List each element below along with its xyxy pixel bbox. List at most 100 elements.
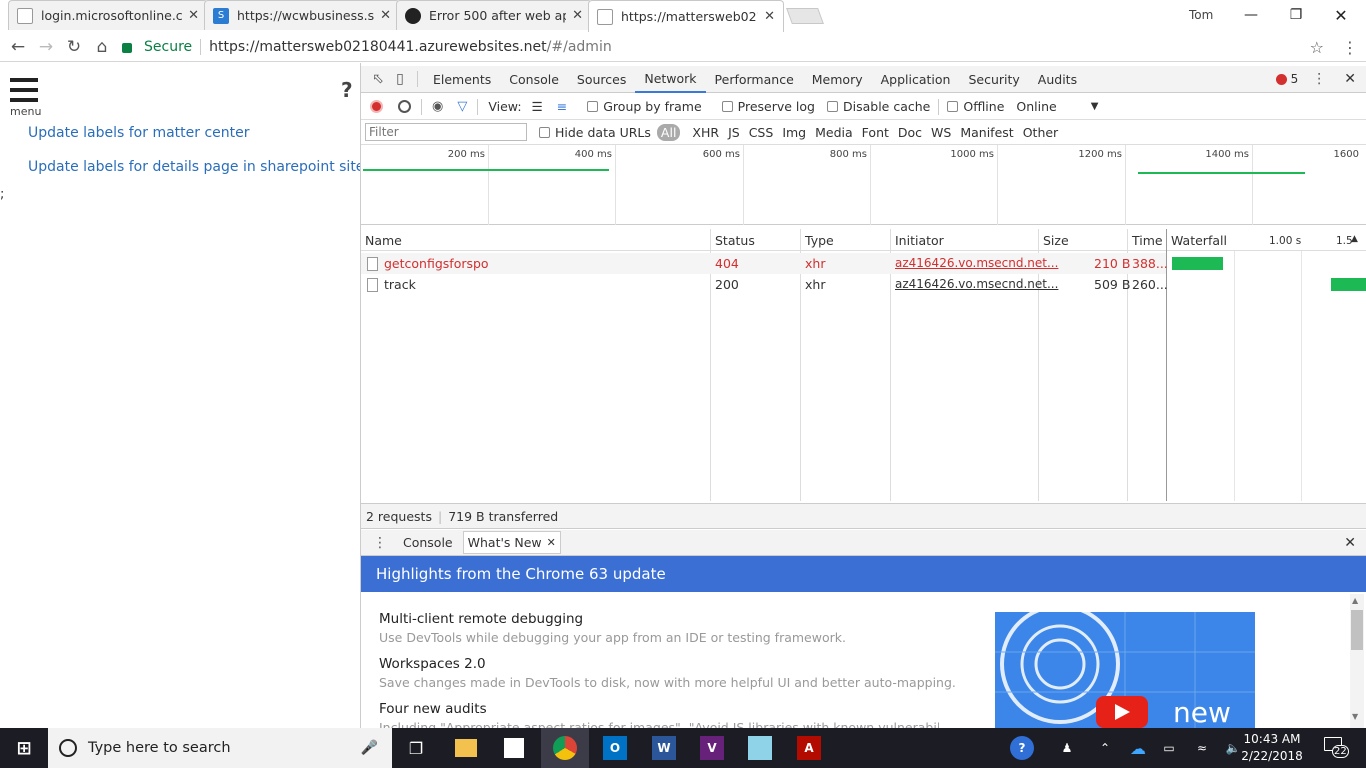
link-update-details-labels[interactable]: Update labels for details page in sharep… (28, 159, 364, 175)
col-name[interactable]: Name (365, 233, 402, 248)
task-view-icon[interactable]: ❐ (404, 736, 428, 760)
filter-all[interactable]: All (656, 123, 681, 141)
new-tab-button[interactable] (786, 8, 824, 24)
request-initiator[interactable]: az416426.vo.msecnd.net... (895, 256, 1058, 270)
home-icon[interactable]: ⌂ (91, 36, 113, 58)
filter-manifest[interactable]: Manifest (960, 125, 1013, 140)
disable-cache-checkbox[interactable]: Disable cache (827, 99, 930, 114)
large-rows-icon[interactable]: ☰ (532, 99, 543, 114)
whats-new-item[interactable]: Multi-client remote debugging Use DevToo… (379, 611, 846, 645)
minimize-icon[interactable]: — (1228, 0, 1274, 30)
close-tab-icon[interactable]: ✕ (572, 8, 583, 23)
tab-application[interactable]: Application (872, 66, 960, 93)
outlook-icon[interactable]: O (603, 736, 627, 760)
close-tab-icon[interactable]: ✕ (188, 8, 199, 23)
app-icon[interactable] (748, 736, 772, 760)
scrollbar-thumb[interactable] (1351, 610, 1363, 650)
filter-media[interactable]: Media (815, 125, 853, 140)
link-update-matter-labels[interactable]: Update labels for matter center (28, 125, 250, 141)
throttling-select[interactable]: Online (1016, 99, 1056, 114)
filter-icon[interactable]: ▽ (457, 99, 467, 114)
table-row[interactable]: track 200 xhr az416426.vo.msecnd.net... … (361, 274, 1168, 295)
offline-checkbox[interactable]: Offline (947, 99, 1004, 114)
devtools-menu-icon[interactable]: ⋮ (1312, 71, 1326, 87)
forward-icon[interactable]: → (35, 36, 57, 58)
word-icon[interactable]: W (652, 736, 676, 760)
taskbar-search[interactable]: Type here to search 🎤 (48, 728, 392, 768)
chevron-up-icon[interactable]: ⌃ (1093, 736, 1117, 760)
help-icon[interactable]: ? (341, 78, 353, 102)
close-drawer-icon[interactable]: ✕ (1344, 535, 1356, 551)
acrobat-icon[interactable]: A (797, 736, 821, 760)
inspect-element-icon[interactable]: ⬁ (367, 71, 389, 87)
drawer-menu-icon[interactable]: ⋮ (373, 535, 387, 551)
col-waterfall[interactable]: Waterfall (1171, 233, 1227, 248)
scrollbar[interactable]: ▲ ▼ (1350, 594, 1364, 728)
bookmark-star-icon[interactable]: ☆ (1310, 38, 1324, 57)
col-status[interactable]: Status (715, 233, 755, 248)
request-initiator[interactable]: az416426.vo.msecnd.net... (895, 277, 1058, 291)
clear-icon[interactable] (398, 100, 411, 113)
device-toolbar-icon[interactable]: ▯ (389, 71, 411, 87)
tab-network[interactable]: Network (635, 66, 706, 93)
request-name[interactable]: getconfigsforspo (384, 256, 489, 271)
scroll-down-icon[interactable]: ▼ (1352, 712, 1358, 721)
visual-studio-icon[interactable]: V (700, 736, 724, 760)
overview-icon[interactable]: ≡ (557, 99, 567, 114)
filter-other[interactable]: Other (1023, 125, 1059, 140)
profile-name[interactable]: Tom (1189, 8, 1213, 22)
chevron-down-icon[interactable]: ▼ (1091, 101, 1099, 112)
col-size[interactable]: Size (1043, 233, 1069, 248)
chrome-icon[interactable] (553, 736, 577, 760)
close-tab-icon[interactable]: ✕ (380, 8, 391, 23)
chrome-menu-icon[interactable]: ⋮ (1342, 38, 1358, 57)
filter-xhr[interactable]: XHR (692, 125, 719, 140)
browser-tab-1[interactable]: login.microsoftonline.cor ✕ (8, 0, 208, 30)
preserve-log-checkbox[interactable]: Preserve log (721, 99, 815, 114)
checkbox[interactable] (587, 101, 599, 112)
onedrive-icon[interactable]: ☁ (1126, 736, 1150, 760)
filter-js[interactable]: JS (728, 125, 740, 140)
filter-ws[interactable]: WS (931, 125, 951, 140)
drawer-tab-console[interactable]: Console (403, 535, 453, 550)
checkbox[interactable] (539, 126, 550, 138)
windows-start-icon[interactable]: ⊞ (12, 736, 36, 760)
filter-css[interactable]: CSS (749, 125, 774, 140)
browser-tab-2[interactable]: S https://wcwbusiness.shar ✕ (204, 0, 400, 30)
video-thumbnail[interactable]: new (995, 612, 1255, 728)
store-icon[interactable] (504, 738, 524, 758)
browser-tab-4[interactable]: https://mattersweb02180 ✕ (588, 0, 784, 32)
back-icon[interactable]: ← (7, 36, 29, 58)
sort-asc-icon[interactable]: ▲ (1351, 234, 1358, 244)
browser-tab-3[interactable]: Error 500 after web appli ✕ (396, 0, 592, 30)
filter-input[interactable] (365, 123, 527, 141)
checkbox[interactable] (827, 101, 838, 112)
capture-screenshots-icon[interactable]: ◉ (432, 99, 443, 114)
close-window-icon[interactable]: ✕ (1318, 0, 1364, 30)
scroll-up-icon[interactable]: ▲ (1352, 596, 1358, 605)
close-devtools-icon[interactable]: ✕ (1344, 71, 1356, 87)
help-tray-icon[interactable]: ? (1010, 736, 1034, 760)
close-icon[interactable]: ✕ (547, 536, 556, 549)
col-initiator[interactable]: Initiator (895, 233, 944, 248)
col-type[interactable]: Type (805, 233, 834, 248)
battery-icon[interactable]: ▭ (1157, 736, 1181, 760)
restore-icon[interactable]: ❐ (1273, 0, 1319, 30)
tab-sources[interactable]: Sources (568, 66, 635, 93)
tab-performance[interactable]: Performance (706, 66, 803, 93)
address-bar[interactable]: Secure https://mattersweb02180441.azurew… (118, 35, 1330, 59)
wifi-icon[interactable]: ≈ (1190, 736, 1214, 760)
close-tab-icon[interactable]: ✕ (764, 9, 775, 24)
request-name[interactable]: track (384, 277, 416, 292)
filter-doc[interactable]: Doc (898, 125, 922, 140)
file-explorer-icon[interactable] (455, 739, 477, 757)
error-counter[interactable]: 5 (1275, 72, 1298, 86)
tab-security[interactable]: Security (959, 66, 1028, 93)
group-by-frame-checkbox[interactable]: Group by frame (587, 99, 702, 114)
col-time[interactable]: Time (1132, 233, 1163, 248)
tab-memory[interactable]: Memory (803, 66, 872, 93)
whats-new-item[interactable]: Four new audits Including "Appropriate a… (379, 701, 939, 728)
table-row[interactable]: getconfigsforspo 404 xhr az416426.vo.mse… (361, 253, 1168, 274)
tab-console[interactable]: Console (500, 66, 568, 93)
filter-img[interactable]: Img (782, 125, 806, 140)
